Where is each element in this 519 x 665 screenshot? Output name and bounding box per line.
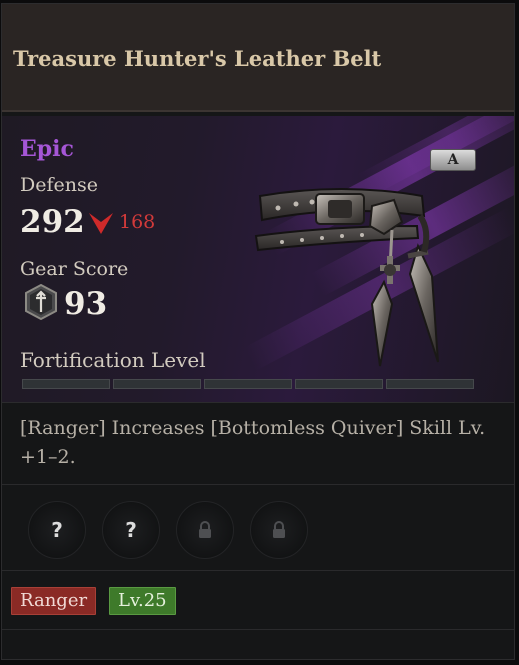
divider [2, 484, 514, 485]
divider [2, 570, 514, 571]
question-mark-icon: ? [51, 518, 63, 542]
class-tag: Ranger [11, 587, 97, 615]
fortification-segment [22, 379, 110, 389]
fortification-segment [295, 379, 383, 389]
lock-icon [273, 521, 285, 538]
decrease-arrow-icon [89, 213, 113, 234]
lock-icon [199, 521, 211, 538]
fortification-segment [204, 379, 292, 389]
leather-belt-icon [254, 188, 439, 367]
gear-score-value: 93 [64, 286, 108, 322]
grade-badge: A [430, 149, 476, 171]
item-name: Treasure Hunter's Leather Belt [13, 46, 382, 71]
trait-slots: ? ? [28, 501, 308, 559]
question-mark-icon: ? [125, 518, 137, 542]
divider [2, 629, 514, 630]
gear-score-label: Gear Score [20, 258, 129, 280]
trait-slot-locked[interactable] [176, 501, 234, 559]
fortification-segment [386, 379, 474, 389]
fortification-segment [113, 379, 201, 389]
item-hero-section: Epic Defense 292 168 Gear Score 93 Forti… [2, 116, 514, 403]
item-effect-description: [Ranger] Increases [Bottomless Quiver] S… [20, 417, 486, 468]
fortification-bar [22, 379, 474, 389]
fortification-label: Fortification Level [20, 348, 206, 372]
level-tag: Lv.25 [109, 587, 176, 615]
defense-value: 292 [20, 204, 85, 240]
trait-slot-locked[interactable] [250, 501, 308, 559]
defense-change-value: 168 [119, 211, 156, 233]
defense-label: Defense [20, 174, 98, 196]
item-rarity: Epic [20, 136, 74, 162]
gear-score-icon [25, 284, 57, 320]
trait-slot-unknown[interactable]: ? [102, 501, 160, 559]
item-tooltip: Treasure Hunter's Leather Belt Epic Defe… [1, 3, 515, 660]
tooltip-header: Treasure Hunter's Leather Belt [2, 4, 514, 112]
trait-slot-unknown[interactable]: ? [28, 501, 86, 559]
